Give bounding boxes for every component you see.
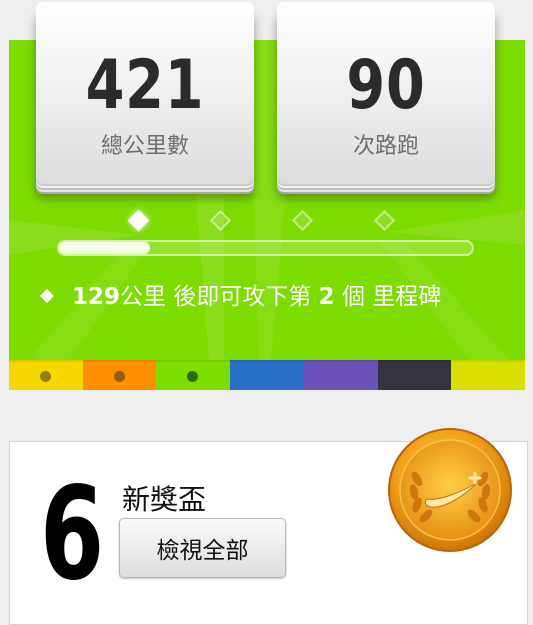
view-all-button[interactable]: 檢視全部: [119, 518, 286, 578]
trophy-count: 6: [40, 460, 105, 609]
new-trophies-label: 新獎盃: [122, 483, 207, 516]
level-segment: [377, 360, 452, 390]
run-count-card: 90 次路跑: [277, 2, 495, 184]
level-segment: [303, 360, 378, 390]
total-distance-label: 總公里數: [100, 134, 189, 159]
milestone-progress-bar: [57, 240, 474, 256]
level-color-strip: [9, 360, 526, 390]
level-segment: [451, 360, 526, 390]
message-unit-text: 公里 後即可攻下第: [120, 284, 319, 310]
total-distance-value: 421: [85, 46, 205, 125]
total-distance-card: 421 總公里數: [36, 2, 254, 184]
progress-fill: [59, 242, 150, 254]
run-count-value: 90: [346, 46, 426, 125]
message-suffix: 個 里程碑: [334, 284, 442, 310]
level-segment: [156, 360, 231, 390]
milestone-message: 129公里 後即可攻下第 2 個 里程碑: [39, 280, 510, 314]
level-segment: [82, 360, 157, 390]
level-segment: [9, 360, 83, 390]
level-segment: [230, 360, 304, 390]
gold-medal-icon: [388, 428, 512, 552]
diamond-icon: [39, 288, 55, 304]
level-dot-icon: [113, 371, 125, 382]
next-milestone-number: 2: [318, 284, 335, 310]
level-dot-icon: [40, 371, 51, 382]
level-dot-icon: [187, 371, 199, 382]
remaining-distance: 129: [72, 284, 121, 310]
run-count-label: 次路跑: [352, 134, 419, 159]
